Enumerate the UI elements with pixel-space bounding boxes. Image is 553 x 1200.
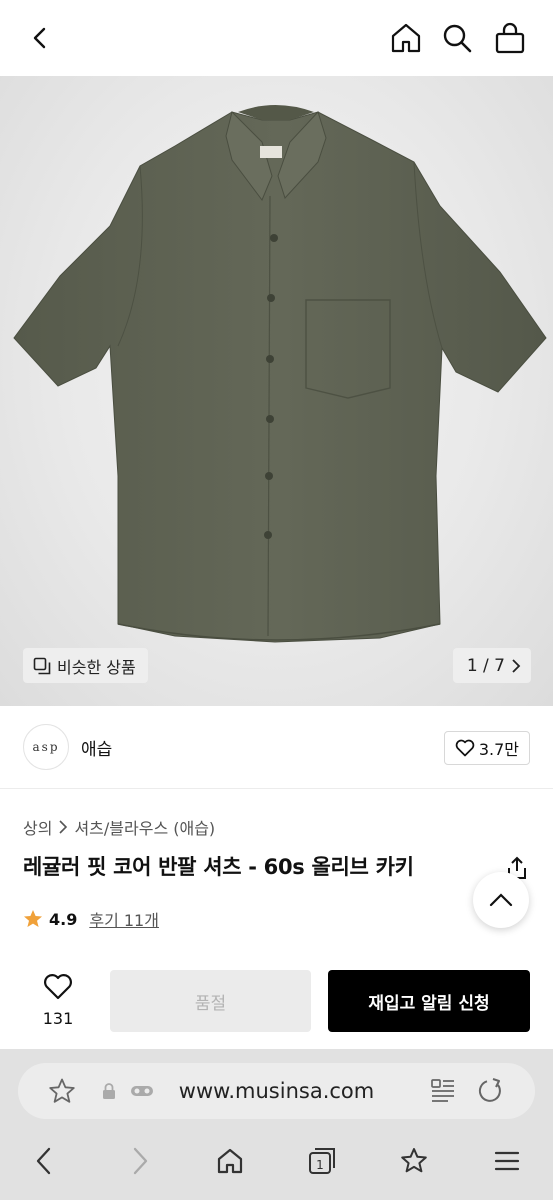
- brand-logo[interactable]: asp: [23, 724, 69, 770]
- heart-icon: [455, 739, 475, 757]
- restock-alert-button[interactable]: 재입고 알림 신청: [328, 970, 530, 1032]
- brand-like-button[interactable]: 3.7만: [443, 731, 530, 765]
- shopping-bag-icon: [495, 22, 525, 54]
- similar-products-button[interactable]: 비슷한 상품: [23, 648, 148, 683]
- home-icon: [391, 23, 421, 53]
- browser-menu-button[interactable]: [487, 1143, 527, 1179]
- home-icon: [217, 1148, 243, 1174]
- address-bar[interactable]: www.musinsa.com: [18, 1063, 535, 1119]
- top-app-bar: [0, 0, 553, 76]
- soldout-label: 품절: [194, 993, 227, 1014]
- star-icon: [24, 910, 42, 927]
- product-title: 레귤러 핏 코어 반팔 셔츠 - 60s 올리브 카키: [23, 855, 414, 879]
- reload-icon: [478, 1078, 501, 1102]
- copy-icon: [33, 657, 51, 674]
- wishlist-button[interactable]: 131: [28, 973, 88, 1028]
- reader-mode-icon: [431, 1079, 454, 1102]
- search-button[interactable]: [437, 18, 477, 58]
- product-image-gallery[interactable]: 비슷한 상품 1 / 7: [0, 76, 553, 706]
- wishlist-count: 131: [42, 1009, 74, 1028]
- reader-mode-button[interactable]: [430, 1077, 456, 1107]
- soldout-button: 품절: [110, 970, 311, 1032]
- menu-icon: [494, 1151, 520, 1171]
- breadcrumb: 상의 셔츠/블라우스 (애습): [23, 815, 215, 839]
- chevron-right-icon: [133, 1147, 148, 1175]
- product-image: [13, 105, 547, 643]
- restock-alert-label: 재입고 알림 신청: [368, 993, 490, 1014]
- brand-logo-text: asp: [32, 740, 60, 754]
- browser-back-button[interactable]: [24, 1143, 64, 1179]
- browser-toolbar: www.musinsa.com 1: [0, 1049, 553, 1200]
- tabs-icon: 1: [309, 1148, 335, 1174]
- url-text: www.musinsa.com: [178, 1079, 375, 1103]
- bookmarks-icon: [401, 1148, 427, 1173]
- browser-bookmarks-button[interactable]: [394, 1143, 434, 1179]
- chevron-left-icon: [33, 27, 46, 49]
- heart-icon: [44, 974, 72, 1000]
- search-icon: [443, 24, 472, 53]
- browser-forward-button[interactable]: [120, 1143, 160, 1179]
- chevron-right-icon: [512, 658, 521, 673]
- purchase-action-bar: 131 품절 재입고 알림 신청: [0, 955, 553, 1049]
- svg-text:1: 1: [316, 1158, 324, 1172]
- browser-home-button[interactable]: [210, 1143, 250, 1179]
- rating-score: 4.9: [49, 909, 78, 929]
- chevron-up-icon: [489, 893, 513, 907]
- image-counter-text: 1 / 7: [466, 655, 505, 676]
- rating-row: 4.9 후기 11개: [23, 907, 159, 931]
- chevron-left-icon: [36, 1147, 51, 1175]
- browser-tabs-button[interactable]: 1: [302, 1143, 342, 1179]
- reviews-link[interactable]: 후기 11개: [89, 907, 159, 931]
- breadcrumb-item[interactable]: 셔츠/블라우스 (애습): [74, 815, 215, 839]
- cart-button[interactable]: [490, 18, 530, 58]
- brand-row: asp 애습 3.7만: [0, 707, 553, 789]
- back-button[interactable]: [20, 18, 60, 58]
- similar-products-label: 비슷한 상품: [57, 657, 136, 677]
- brand-name[interactable]: 애습: [81, 735, 112, 760]
- image-counter[interactable]: 1 / 7: [452, 648, 531, 683]
- breadcrumb-item[interactable]: 상의: [23, 815, 52, 839]
- reload-button[interactable]: [476, 1077, 504, 1109]
- home-button[interactable]: [386, 18, 426, 58]
- scroll-top-button[interactable]: [473, 872, 529, 928]
- chevron-right-icon: [59, 820, 68, 834]
- brand-like-count: 3.7만: [478, 740, 519, 759]
